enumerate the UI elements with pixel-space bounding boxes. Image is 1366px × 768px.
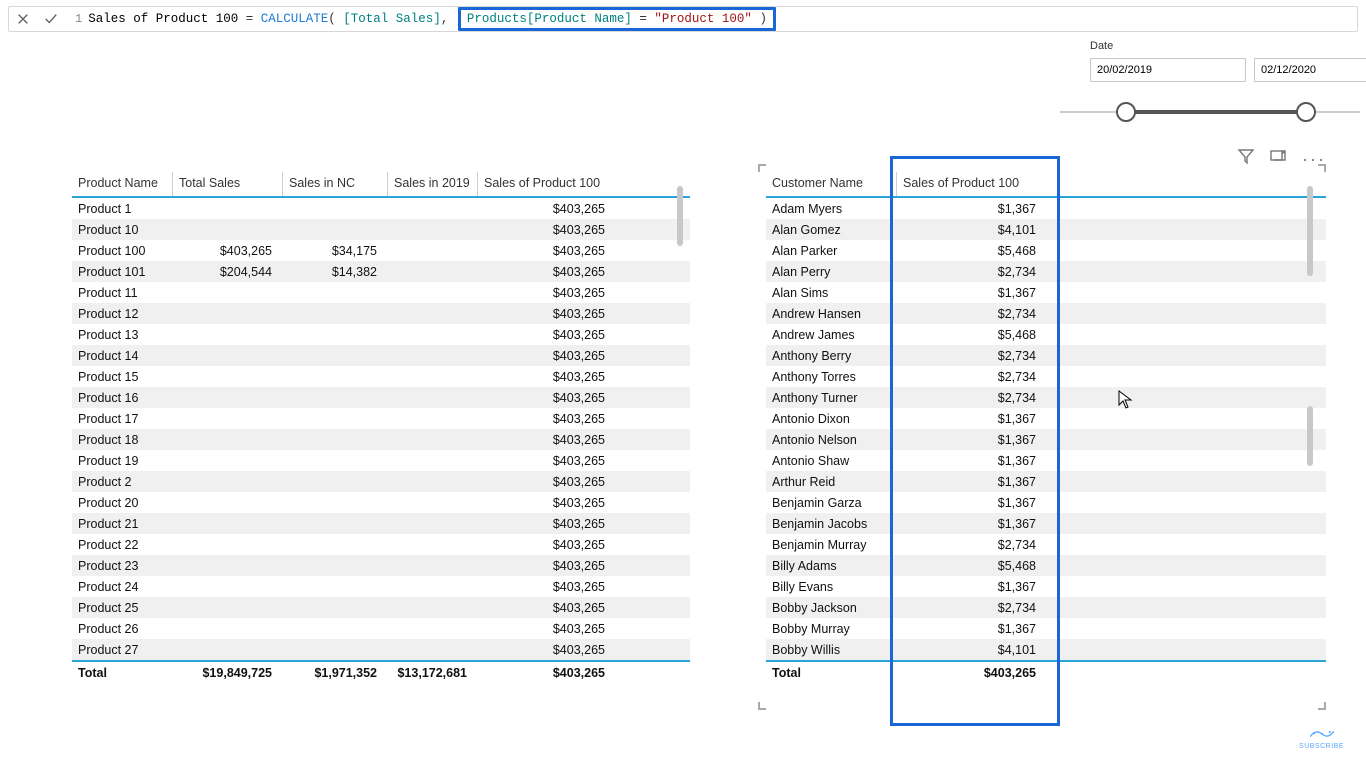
table-row[interactable]: Product 1$403,265: [72, 198, 690, 219]
date-slicer: Date: [1090, 40, 1330, 124]
table-row[interactable]: Bobby Willis$4,101: [766, 639, 1326, 660]
table-row[interactable]: Product 17$403,265: [72, 408, 690, 429]
selection-corner: [758, 702, 766, 710]
table-total-row: Total $403,265: [766, 660, 1326, 684]
table-body: Product 1$403,265Product 10$403,265Produ…: [72, 198, 690, 660]
cancel-icon[interactable]: [9, 7, 37, 31]
table-row[interactable]: Product 13$403,265: [72, 324, 690, 345]
table-header: Product Name Total Sales Sales in NC Sal…: [72, 172, 690, 198]
col-sales-2019[interactable]: Sales in 2019: [387, 172, 477, 196]
filter-icon[interactable]: [1238, 148, 1254, 169]
table-header: Customer Name Sales of Product 100: [766, 172, 1326, 198]
col-sales-p100[interactable]: Sales of Product 100: [896, 172, 1046, 196]
table-row[interactable]: Anthony Torres$2,734: [766, 366, 1326, 387]
col-product-name[interactable]: Product Name: [72, 172, 172, 196]
table-row[interactable]: Billy Adams$5,468: [766, 555, 1326, 576]
table-row[interactable]: Product 24$403,265: [72, 576, 690, 597]
table-row[interactable]: Product 23$403,265: [72, 555, 690, 576]
more-options-icon[interactable]: ···: [1302, 155, 1326, 163]
table-row[interactable]: Product 10$403,265: [72, 219, 690, 240]
customers-table[interactable]: Customer Name Sales of Product 100 Adam …: [766, 172, 1326, 684]
cursor-icon: [1118, 390, 1134, 415]
visual-header: ···: [1238, 148, 1326, 169]
table-row[interactable]: Product 18$403,265: [72, 429, 690, 450]
selection-corner: [758, 164, 766, 172]
table-row[interactable]: Andrew Hansen$2,734: [766, 303, 1326, 324]
formula-bar: 1 Sales of Product 100 = CALCULATE ( [To…: [8, 6, 1358, 32]
table-row[interactable]: Alan Perry$2,734: [766, 261, 1326, 282]
slicer-label: Date: [1090, 40, 1330, 52]
table-row[interactable]: Alan Sims$1,367: [766, 282, 1326, 303]
table-row[interactable]: Alan Gomez$4,101: [766, 219, 1326, 240]
subscribe-logo: SUBSCRIBE: [1299, 727, 1344, 750]
table-row[interactable]: Product 21$403,265: [72, 513, 690, 534]
table-row[interactable]: Antonio Shaw$1,367: [766, 450, 1326, 471]
table-row[interactable]: Bobby Jackson$2,734: [766, 597, 1326, 618]
selection-corner: [1318, 164, 1326, 172]
table-row[interactable]: Benjamin Jacobs$1,367: [766, 513, 1326, 534]
formula-editor[interactable]: Sales of Product 100 = CALCULATE ( [Tota…: [88, 7, 776, 31]
selection-corner: [1318, 702, 1326, 710]
table-row[interactable]: Product 14$403,265: [72, 345, 690, 366]
table-row[interactable]: Benjamin Garza$1,367: [766, 492, 1326, 513]
table-row[interactable]: Product 2$403,265: [72, 471, 690, 492]
products-scrollbar[interactable]: [676, 182, 684, 672]
commit-icon[interactable]: [37, 7, 65, 31]
slider-handle-left[interactable]: [1116, 102, 1136, 122]
focus-mode-icon[interactable]: [1270, 148, 1286, 169]
col-sales-p100[interactable]: Sales of Product 100: [477, 172, 615, 196]
table-row[interactable]: Product 16$403,265: [72, 387, 690, 408]
table-row[interactable]: Product 22$403,265: [72, 534, 690, 555]
table-row[interactable]: Product 19$403,265: [72, 450, 690, 471]
table-total-row: Total $19,849,725 $1,971,352 $13,172,681…: [72, 660, 690, 684]
table-row[interactable]: Bobby Murray$1,367: [766, 618, 1326, 639]
table-row[interactable]: Antonio Dixon$1,367: [766, 408, 1326, 429]
table-row[interactable]: Anthony Turner$2,734: [766, 387, 1326, 408]
slider-handle-right[interactable]: [1296, 102, 1316, 122]
measure-name: Sales of Product 100: [88, 12, 238, 26]
table-row[interactable]: Product 101$204,544$14,382$403,265: [72, 261, 690, 282]
table-row[interactable]: Product 100$403,265$34,175$403,265: [72, 240, 690, 261]
col-customer-name[interactable]: Customer Name: [766, 172, 896, 196]
col-total-sales[interactable]: Total Sales: [172, 172, 282, 196]
line-number: 1: [65, 12, 88, 26]
table-row[interactable]: Product 27$403,265: [72, 639, 690, 660]
products-table[interactable]: Product Name Total Sales Sales in NC Sal…: [72, 172, 690, 684]
table-row[interactable]: Product 12$403,265: [72, 303, 690, 324]
table-row[interactable]: Arthur Reid$1,367: [766, 471, 1326, 492]
table-row[interactable]: Antonio Nelson$1,367: [766, 429, 1326, 450]
date-start-input[interactable]: [1090, 58, 1246, 82]
date-end-input[interactable]: [1254, 58, 1366, 82]
table-row[interactable]: Benjamin Murray$2,734: [766, 534, 1326, 555]
date-range-slider[interactable]: [1090, 100, 1330, 124]
formula-filter-highlight: Products[Product Name] = "Product 100" ): [458, 7, 776, 31]
table-row[interactable]: Product 26$403,265: [72, 618, 690, 639]
function-name: CALCULATE: [261, 12, 329, 26]
table-body: Adam Myers$1,367Alan Gomez$4,101Alan Par…: [766, 198, 1326, 660]
table-row[interactable]: Andrew James$5,468: [766, 324, 1326, 345]
table-row[interactable]: Product 11$403,265: [72, 282, 690, 303]
table-row[interactable]: Product 20$403,265: [72, 492, 690, 513]
col-sales-nc[interactable]: Sales in NC: [282, 172, 387, 196]
table-row[interactable]: Adam Myers$1,367: [766, 198, 1326, 219]
table-row[interactable]: Billy Evans$1,367: [766, 576, 1326, 597]
table-row[interactable]: Product 25$403,265: [72, 597, 690, 618]
table-row[interactable]: Product 15$403,265: [72, 366, 690, 387]
table-row[interactable]: Anthony Berry$2,734: [766, 345, 1326, 366]
customers-scrollbar[interactable]: [1306, 182, 1314, 672]
table-row[interactable]: Alan Parker$5,468: [766, 240, 1326, 261]
